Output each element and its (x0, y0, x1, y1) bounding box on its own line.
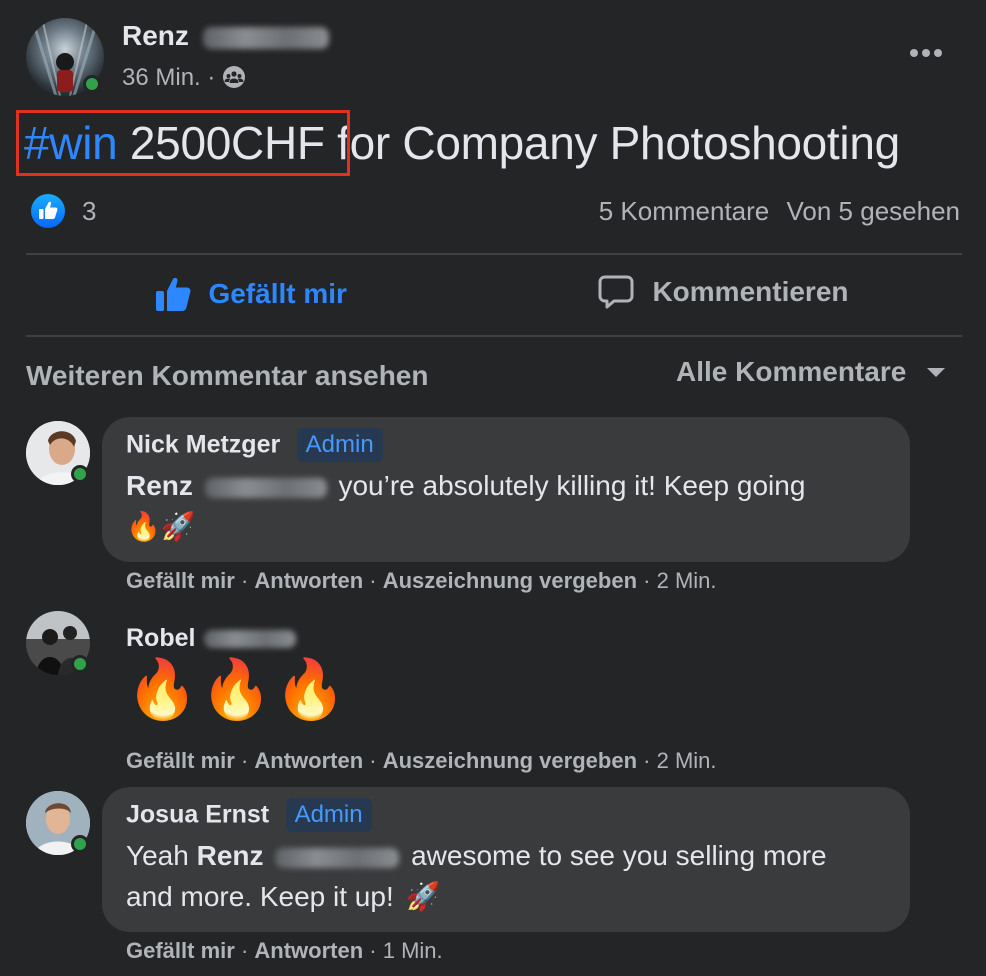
seen-by[interactable]: Von 5 gesehen (787, 196, 961, 226)
blurred-surname (203, 629, 296, 648)
comment-button-label: Kommentieren (652, 276, 849, 307)
comment-text: Yeah Renz awesome to see you selling mor… (126, 840, 827, 871)
comment-actions: Gefällt mir · Antworten · Auszeichnung v… (126, 568, 717, 593)
comment-actions: Gefällt mir · Antworten · Auszeichnung v… (126, 748, 717, 773)
comment-like-link[interactable]: Gefällt mir (126, 748, 235, 773)
comment-author-name: Robel (126, 624, 196, 652)
comment-reply-link[interactable]: Antworten (254, 748, 363, 773)
comment-author-name: Nick Metzger (126, 430, 281, 459)
group-icon (223, 66, 246, 88)
thumbs-up-icon (156, 277, 191, 311)
admin-badge: Admin (285, 798, 372, 832)
admin-badge: Admin (296, 428, 383, 462)
comment-time[interactable]: 1 Min. (383, 938, 443, 963)
comment-award-link[interactable]: Auszeichnung vergeben (383, 748, 637, 773)
comment-emoji: 🔥🚀 (126, 511, 196, 542)
divider-bottom (26, 335, 962, 337)
mention-link[interactable]: Renz (126, 470, 193, 501)
post-stats: 5 Kommentare Von 5 gesehen (599, 196, 960, 227)
comment-bubble-icon (598, 275, 634, 309)
comment-reply-link[interactable]: Antworten (254, 568, 363, 593)
comment-text-line2: and more. Keep it up! 🚀 (126, 881, 441, 912)
comment-text: Renz you’re absolutely killing it! Keep … (126, 470, 806, 501)
comment-author[interactable]: Robel (126, 624, 296, 653)
blurred-surname (204, 477, 327, 498)
comments-filter-label: Alle Kommentare (676, 356, 907, 387)
comment-reply-link[interactable]: Antworten (254, 938, 363, 963)
comment-time[interactable]: 2 Min. (657, 748, 717, 773)
online-status-dot (71, 465, 89, 483)
view-more-comments-link[interactable]: Weiteren Kommentar ansehen (26, 360, 429, 392)
blurred-surname (275, 847, 400, 868)
comments-count[interactable]: 5 Kommentare (599, 196, 770, 226)
highlight-box (16, 110, 350, 176)
comment-award-link[interactable]: Auszeichnung vergeben (383, 568, 637, 593)
comment-like-link[interactable]: Gefällt mir (126, 938, 235, 963)
more-horizontal-icon[interactable] (906, 44, 946, 62)
post-title-rest: for Company Photoshooting (337, 117, 900, 169)
comment-button[interactable]: Kommentieren (598, 274, 849, 316)
post-author-name[interactable]: Renz (122, 20, 329, 52)
comment-emoji: 🔥🔥🔥 (126, 657, 349, 722)
comment-actions: Gefällt mir · Antworten · 1 Min. (126, 938, 443, 963)
comment-author[interactable]: Nick Metzger Admin (126, 428, 383, 462)
comment-emoji: 🚀 (405, 881, 441, 912)
online-status-dot (71, 655, 89, 673)
blurred-surname (202, 26, 329, 49)
online-status-dot (71, 835, 89, 853)
post-time[interactable]: 36 Min. (122, 64, 201, 91)
comments-filter-dropdown[interactable]: Alle Kommentare (676, 356, 947, 388)
like-button[interactable]: Gefällt mir (154, 274, 347, 316)
comment-like-link[interactable]: Gefällt mir (126, 568, 235, 593)
divider-top (26, 253, 962, 255)
mention-link[interactable]: Renz (197, 840, 264, 871)
like-reaction-icon[interactable] (30, 193, 66, 229)
like-button-label: Gefällt mir (208, 278, 347, 309)
comment-author[interactable]: Josua Ernst Admin (126, 798, 372, 832)
comment-author-name: Josua Ernst (126, 800, 270, 829)
likes-count[interactable]: 3 (82, 196, 96, 227)
comment-time[interactable]: 2 Min. (657, 568, 717, 593)
online-status-dot (83, 75, 101, 93)
post-meta: 36 Min. · (122, 64, 246, 92)
caret-down-icon (926, 368, 945, 377)
